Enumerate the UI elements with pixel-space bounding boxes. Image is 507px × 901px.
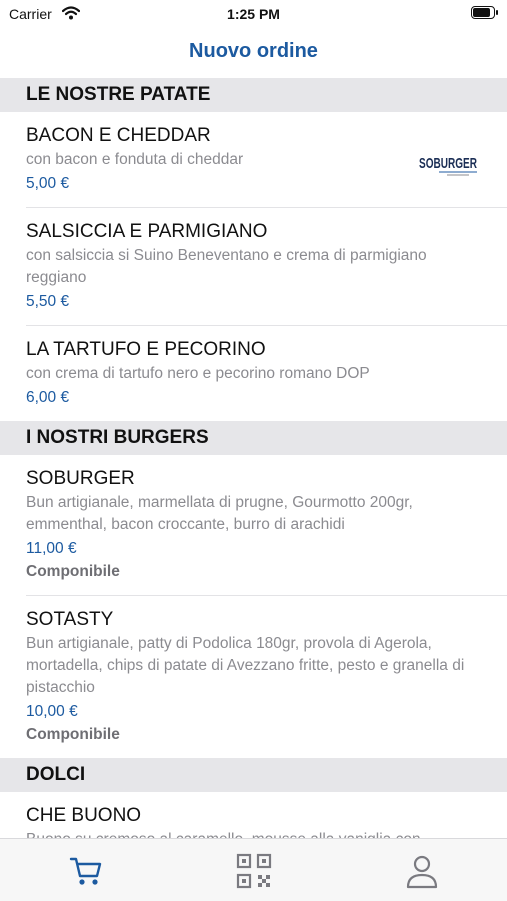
item-title: SALSICCIA E PARMIGIANO — [26, 221, 268, 242]
list-item[interactable]: LA TARTUFO E PECORINO con crema di tartu… — [0, 326, 507, 421]
item-price: 5,00 € — [26, 175, 70, 192]
svg-text:SOBURGER: SOBURGER — [419, 155, 477, 172]
item-description: con bacon e fonduta di cheddar — [26, 151, 244, 168]
item-description: Bun artigianale, patty di Podolica 180gr… — [26, 635, 465, 696]
item-title: CHE BUONO — [26, 805, 142, 826]
tab-qr[interactable] — [234, 851, 274, 891]
tab-bar — [0, 838, 507, 901]
item-description: con salsiccia si Suino Beneventano e cre… — [26, 247, 427, 286]
list-item[interactable]: SOBURGER Bun artigianale, marmellata di … — [0, 455, 507, 595]
list-item[interactable]: BACON E CHEDDAR con bacon e fonduta di c… — [0, 112, 507, 207]
qr-code-icon — [236, 853, 272, 889]
item-customizable-label: Componibile — [26, 726, 120, 743]
list-item[interactable]: SALSICCIA E PARMIGIANO con salsiccia si … — [0, 208, 507, 325]
section-header: LE NOSTRE PATATE — [0, 78, 507, 112]
item-description: con crema di tartufo nero e pecorino rom… — [26, 365, 370, 382]
status-bar: Carrier 1:25 PM — [0, 0, 507, 28]
item-price: 5,50 € — [26, 293, 70, 310]
status-time: 1:25 PM — [227, 6, 280, 22]
item-title: SOBURGER — [26, 468, 135, 489]
item-description: Bun artigianale, marmellata di prugne, G… — [26, 494, 413, 533]
item-description: Buono su cremoso al caramello, mousse al… — [26, 829, 481, 838]
user-icon — [406, 855, 438, 889]
page-title: Nuovo ordine — [189, 40, 318, 62]
tab-profile[interactable] — [402, 851, 442, 891]
battery-icon — [471, 6, 499, 19]
tab-cart[interactable] — [66, 851, 106, 891]
soburger-logo: SOBURGER — [419, 152, 477, 178]
item-customizable-label: Componibile — [26, 563, 120, 580]
item-title: SOTASTY — [26, 609, 114, 630]
item-price: 10,00 € — [26, 703, 78, 720]
section-header: DOLCI — [0, 758, 507, 792]
item-title: LA TARTUFO E PECORINO — [26, 339, 266, 360]
list-item[interactable]: CHE BUONO Buono su cremoso al caramello,… — [0, 792, 507, 838]
item-price: 11,00 € — [26, 540, 77, 557]
list-item[interactable]: SOTASTY Bun artigianale, patty di Podoli… — [0, 596, 507, 758]
menu-list[interactable]: LE NOSTRE PATATE BACON E CHEDDAR con bac… — [0, 78, 507, 838]
item-title: BACON E CHEDDAR — [26, 125, 211, 146]
item-price: 6,00 € — [26, 389, 70, 406]
section-header: I NOSTRI BURGERS — [0, 421, 507, 455]
cart-icon — [69, 857, 102, 885]
